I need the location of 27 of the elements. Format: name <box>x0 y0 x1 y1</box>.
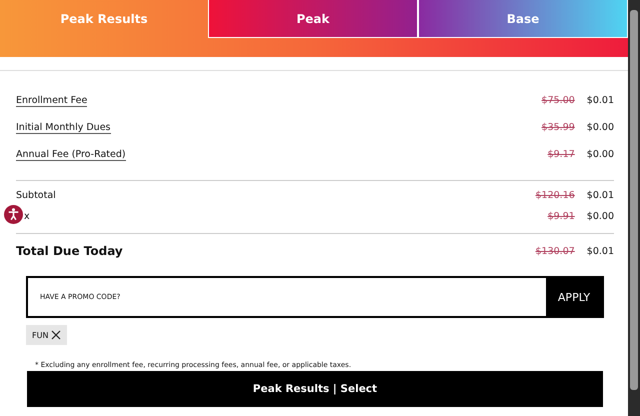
original-price: $130.07 <box>536 246 575 256</box>
scrollbar[interactable] <box>628 0 640 416</box>
original-price: $120.16 <box>536 190 575 201</box>
plan-tab[interactable]: Base <box>418 0 628 38</box>
accessibility-icon[interactable] <box>4 205 23 224</box>
select-button[interactable]: Peak Results | Select <box>27 371 603 407</box>
original-price: $75.00 <box>542 95 575 106</box>
price: $0.01 <box>586 246 614 256</box>
price: $0.00 <box>586 122 614 133</box>
original-price: $35.99 <box>542 122 575 133</box>
price: $0.00 <box>586 211 614 222</box>
promo-chip[interactable]: FUN <box>26 325 68 345</box>
total-due-label: Total Due Today <box>16 244 124 258</box>
fee-label[interactable]: Enrollment Fee <box>16 94 88 106</box>
fee-label[interactable]: Annual Fee (Pro-Rated) <box>16 148 126 160</box>
price: $0.01 <box>586 95 614 106</box>
price: $0.01 <box>586 190 614 201</box>
original-price: $9.17 <box>548 149 575 160</box>
total-label: x <box>23 211 31 222</box>
close-icon[interactable] <box>51 330 62 340</box>
fee-label[interactable]: Initial Monthly Dues <box>16 122 110 134</box>
promo-code: FUN <box>32 330 48 340</box>
total-label: Subtotal <box>16 190 57 201</box>
plan-tab[interactable]: Peak <box>208 0 418 38</box>
price: $0.00 <box>586 149 614 160</box>
original-price: $9.91 <box>548 211 575 222</box>
apply-button[interactable]: APPLY <box>546 278 602 316</box>
